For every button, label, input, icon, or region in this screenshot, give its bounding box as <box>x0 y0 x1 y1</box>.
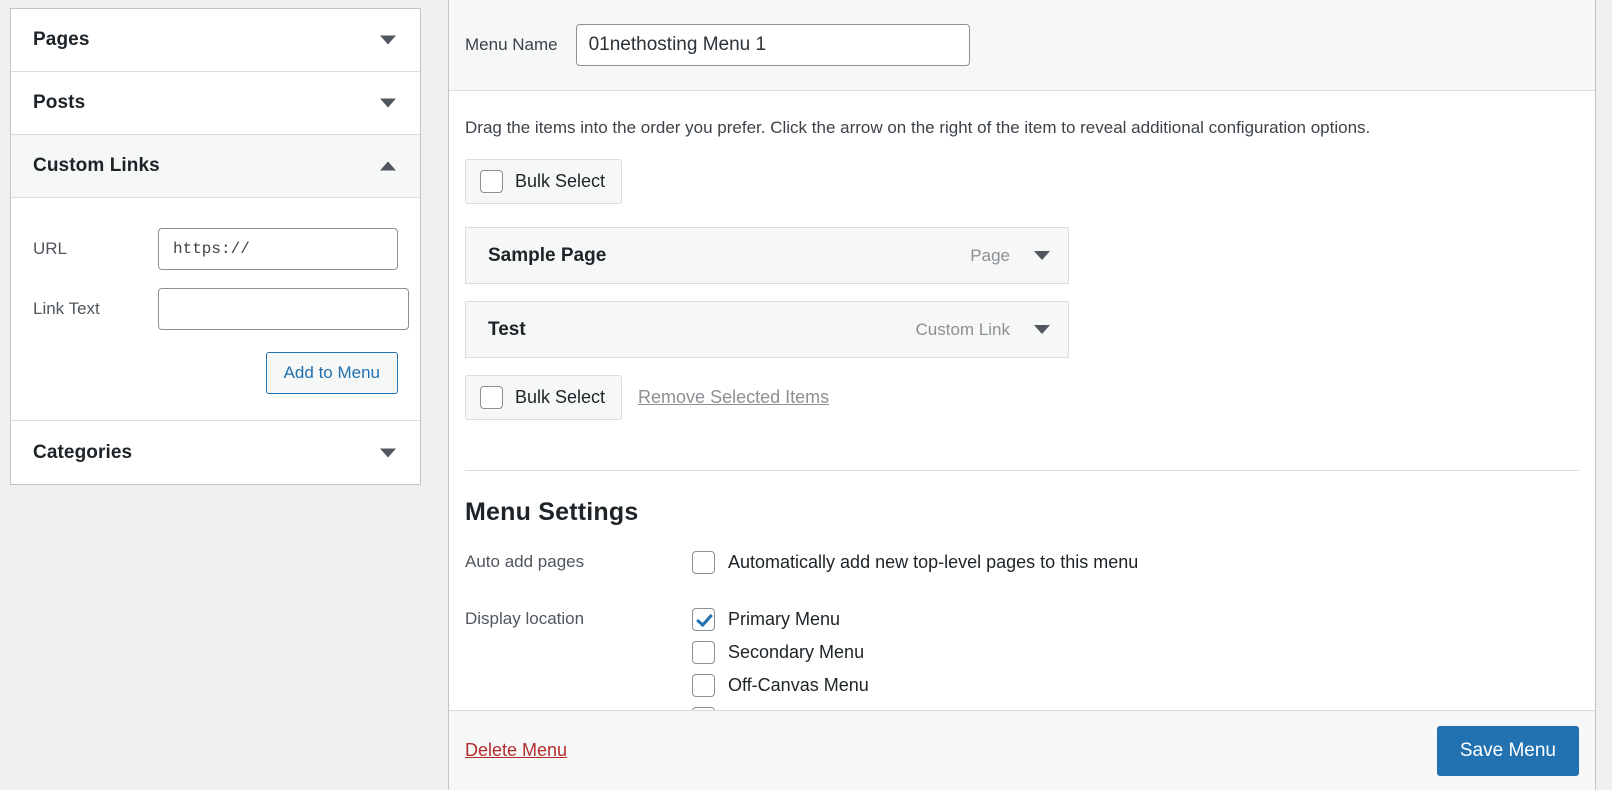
menu-item-type: Page <box>970 245 1010 265</box>
menu-editor-body: Drag the items into the order you prefer… <box>449 91 1595 710</box>
chevron-down-icon[interactable] <box>1034 325 1050 335</box>
menu-name-header: Menu Name <box>449 0 1595 91</box>
menu-item-title: Sample Page <box>488 244 607 266</box>
bulk-actions-row: Bulk Select Remove Selected Items <box>465 375 1579 421</box>
auto-add-pages-option-label: Automatically add new top-level pages to… <box>728 552 1139 573</box>
chevron-down-icon[interactable] <box>380 448 396 457</box>
sidebar-panel-custom-links-label: Custom Links <box>33 155 160 176</box>
display-location-label-off-canvas: Off-Canvas Menu <box>728 675 869 696</box>
menu-item-type: Custom Link <box>915 319 1010 339</box>
auto-add-pages-option[interactable]: Automatically add new top-level pages to… <box>692 551 1579 575</box>
add-to-menu-row: Add to Menu <box>33 352 398 394</box>
chevron-down-icon[interactable] <box>380 35 396 45</box>
auto-add-pages-options: Automatically add new top-level pages to… <box>692 551 1579 584</box>
display-location-checkbox-secondary[interactable] <box>692 641 715 665</box>
bulk-select-bottom-label: Bulk Select <box>515 387 606 408</box>
chevron-down-icon[interactable] <box>1034 251 1050 261</box>
link-text-field-row: Link Text <box>33 288 409 330</box>
url-input[interactable] <box>158 228 398 270</box>
sidebar-panel-posts[interactable]: Posts <box>11 72 420 135</box>
delete-menu-link[interactable]: Delete Menu <box>465 740 567 761</box>
save-menu-button[interactable]: Save Menu <box>1436 725 1579 776</box>
custom-links-form: URL Link Text Add to Menu <box>11 198 420 421</box>
bulk-select-bottom-checkbox[interactable] <box>480 386 503 410</box>
add-menu-items-sidebar: Pages Posts Custom Links URL Link Text A… <box>10 8 421 485</box>
drag-instructions: Drag the items into the order you prefer… <box>465 118 1371 137</box>
link-text-label: Link Text <box>33 299 100 318</box>
link-text-input[interactable] <box>158 288 409 330</box>
sidebar-panel-pages-label: Pages <box>33 29 90 50</box>
bulk-select-top-button[interactable]: Bulk Select <box>465 159 623 205</box>
editor-footer: Delete Menu Save Menu <box>449 710 1595 790</box>
sidebar-panel-categories[interactable]: Categories <box>11 421 420 484</box>
menu-items-list: Sample Page Page Test Custom Link <box>465 227 1579 359</box>
display-location-option-off-canvas[interactable]: Off-Canvas Menu <box>692 674 1579 698</box>
bulk-select-top-label: Bulk Select <box>515 171 606 192</box>
sidebar-panel-pages[interactable]: Pages <box>11 9 420 72</box>
bulk-select-top-checkbox[interactable] <box>480 170 503 194</box>
remove-selected-items-link[interactable]: Remove Selected Items <box>638 387 829 408</box>
sidebar-panel-posts-label: Posts <box>33 92 86 113</box>
add-to-menu-button[interactable]: Add to Menu <box>265 352 398 394</box>
menu-item-title: Test <box>488 318 526 340</box>
display-location-checkbox-off-canvas[interactable] <box>692 674 715 698</box>
menus-editor-screen: Pages Posts Custom Links URL Link Text A… <box>0 0 1612 790</box>
sidebar-panel-categories-label: Categories <box>33 441 133 463</box>
chevron-down-icon[interactable] <box>380 98 396 108</box>
menu-name-label: Menu Name <box>465 35 558 54</box>
settings-divider <box>465 470 1579 472</box>
menu-item-row[interactable]: Sample Page Page <box>465 227 1069 285</box>
menu-name-input[interactable] <box>575 24 970 66</box>
auto-add-pages-row: Auto add pages Automatically add new top… <box>465 551 1579 584</box>
url-label: URL <box>33 239 68 258</box>
url-field-row: URL <box>33 228 398 270</box>
menu-editor-panel: Menu Name Drag the items into the order … <box>448 0 1596 790</box>
menu-settings-heading: Menu Settings <box>465 498 639 527</box>
display-location-options: Primary Menu Secondary Menu Off-Canvas M… <box>692 608 1579 710</box>
display-location-row: Display location Primary Menu Secondary … <box>465 608 1579 710</box>
menu-item-row[interactable]: Test Custom Link <box>465 301 1069 359</box>
display-location-option-primary[interactable]: Primary Menu <box>692 608 1579 632</box>
display-location-label-secondary: Secondary Menu <box>728 642 865 663</box>
auto-add-pages-checkbox[interactable] <box>692 551 715 575</box>
display-location-option-secondary[interactable]: Secondary Menu <box>692 641 1579 665</box>
display-location-checkbox-primary[interactable] <box>692 608 715 632</box>
display-location-label-primary: Primary Menu <box>728 609 841 630</box>
sidebar-panel-custom-links[interactable]: Custom Links <box>11 135 420 198</box>
display-location-label: Display location <box>465 609 585 629</box>
chevron-up-icon[interactable] <box>380 161 396 171</box>
bulk-select-bottom-button[interactable]: Bulk Select <box>465 375 623 421</box>
auto-add-pages-label: Auto add pages <box>465 552 585 572</box>
